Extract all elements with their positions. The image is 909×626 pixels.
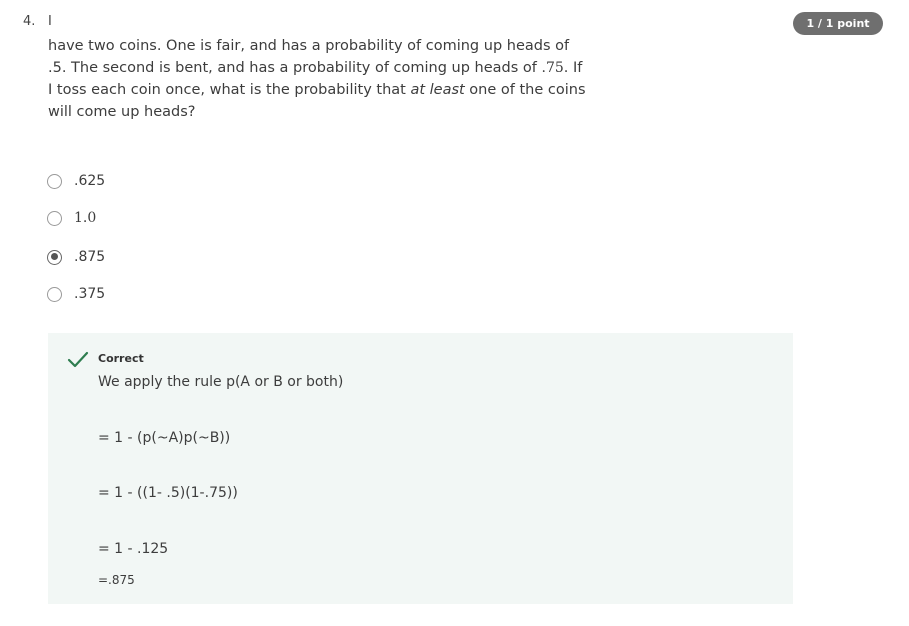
answer-option-3[interactable]: .875 [47,244,105,270]
question-first-char: I [48,14,52,29]
answer-option-2[interactable]: 1.0 [47,205,96,231]
radio-button-icon[interactable] [47,210,62,226]
score-badge: 1 / 1 point [793,12,883,35]
feedback-status: Correct [98,352,144,365]
answer-option-label: .875 [74,249,106,265]
feedback-explanation-line: = 1 - .125 [98,541,169,557]
question-emphasis: at least [410,82,465,98]
question-math-value: .75 [541,60,564,76]
feedback-explanation-line: = 1 - (p(~A)p(~B)) [98,430,231,446]
radio-button-checked-icon[interactable] [47,249,62,265]
feedback-explanation-line: We apply the rule p(A or B or both) [98,374,344,390]
feedback-explanation-line: =.875 [98,573,135,587]
question-text: have two coins. One is fair, and has a p… [48,35,588,123]
answer-option-label: .625 [74,173,106,189]
answer-option-label: .375 [74,286,106,302]
answer-option-1[interactable]: .625 [47,168,105,194]
question-number: 4. [23,14,36,29]
answer-option-4[interactable]: .375 [47,281,105,307]
checkmark-icon [67,351,89,368]
answer-option-label: 1.0 [74,210,97,226]
feedback-panel: Correct We apply the rule p(A or B or bo… [48,333,793,604]
question-text-part1: have two coins. One is fair, and has a p… [48,38,570,76]
radio-button-icon[interactable] [47,173,62,189]
feedback-explanation-line: = 1 - ((1- .5)(1-.75)) [98,485,238,501]
radio-button-icon[interactable] [47,286,62,302]
